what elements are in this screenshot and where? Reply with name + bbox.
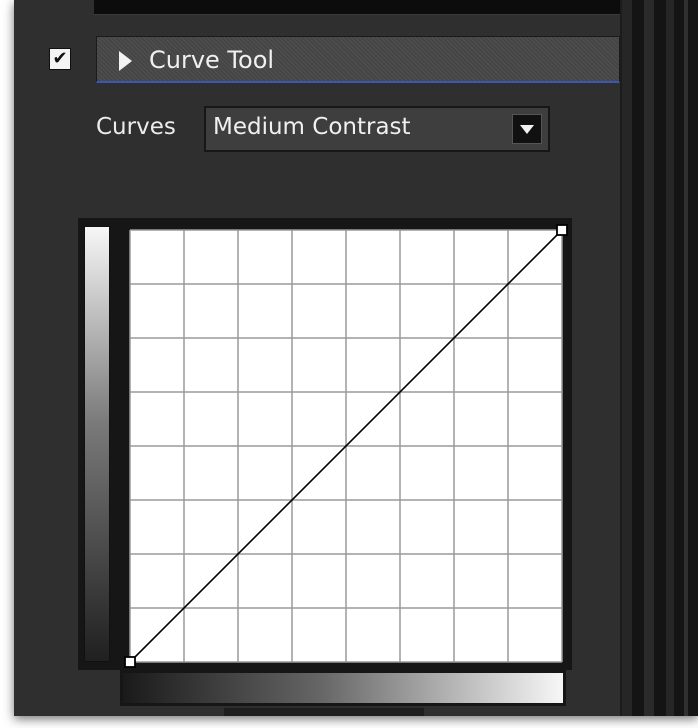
dropdown-button[interactable] [512, 114, 542, 144]
chevron-down-icon [520, 125, 534, 134]
triangle-right-icon[interactable] [119, 51, 132, 71]
curves-label: Curves [96, 114, 176, 140]
curve-tool-header[interactable]: Curve Tool [96, 36, 620, 83]
right-column [622, 0, 698, 716]
checkmark-icon: ✔ [52, 48, 68, 69]
curves-preset-dropdown[interactable]: Medium Contrast [204, 106, 550, 152]
panel-title: Curve Tool [149, 46, 275, 74]
enable-checkbox[interactable]: ✔ [49, 48, 71, 70]
curve-editor [78, 218, 572, 670]
curve-control-point[interactable] [124, 656, 136, 668]
curve-tool-panel: ✔ Curve Tool Curves Medium Contrast [14, 0, 698, 716]
curve-graph[interactable] [124, 224, 568, 668]
bottom-tab [224, 708, 424, 716]
top-strip [94, 0, 624, 15]
output-gradient-bar [84, 226, 110, 662]
curves-preset-value: Medium Contrast [213, 114, 411, 140]
input-gradient-bar [120, 670, 566, 706]
curve-control-point[interactable] [556, 224, 568, 236]
